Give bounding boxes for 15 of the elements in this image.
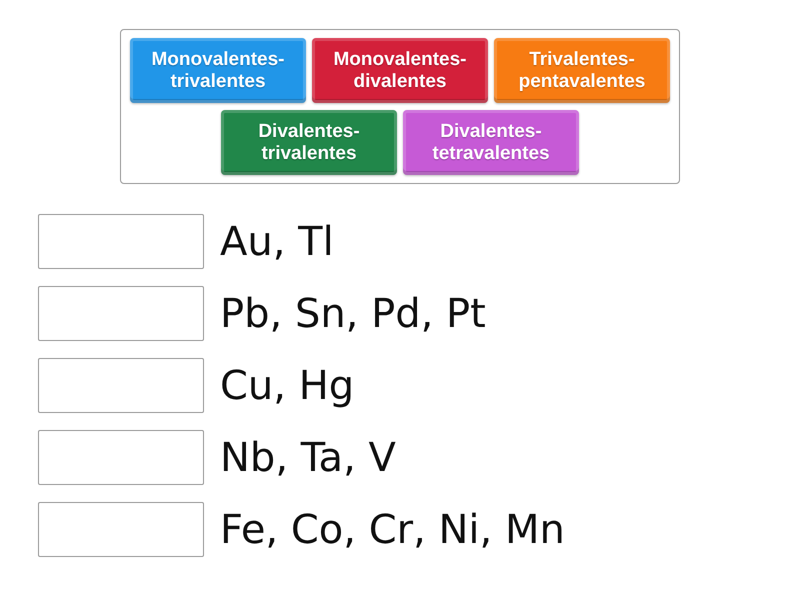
element-list: Fe, Co, Cr, Ni, Mn [220,506,565,554]
answer-tile[interactable]: Divalentes-tetravalentes [403,110,579,175]
drop-box[interactable] [38,358,204,413]
drop-box[interactable] [38,502,204,557]
answer-tile[interactable]: Monovalentes-trivalentes [130,38,306,103]
element-list: Nb, Ta, V [220,434,396,482]
drop-box[interactable] [38,430,204,485]
answer-tile[interactable]: Monovalentes-divalentes [312,38,488,103]
element-list: Au, Tl [220,218,334,266]
element-list: Cu, Hg [220,362,354,410]
drop-box[interactable] [38,214,204,269]
drop-box[interactable] [38,286,204,341]
element-list: Pb, Sn, Pd, Pt [220,290,486,338]
answer-tile[interactable]: Divalentes-trivalentes [221,110,397,175]
answer-tile[interactable]: Trivalentes-pentavalentes [494,38,670,103]
